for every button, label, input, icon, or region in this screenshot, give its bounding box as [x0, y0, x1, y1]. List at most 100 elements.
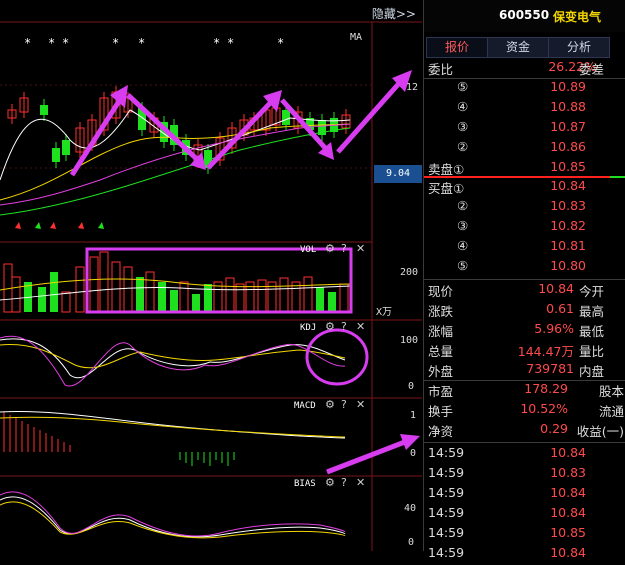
quote-value: 739781	[526, 361, 574, 376]
gear-icon[interactable]: ⚙	[325, 398, 335, 411]
sell-order-row: ③ 10.87	[424, 119, 625, 139]
tab-analysis[interactable]: 分析	[548, 37, 610, 58]
quote-label: 涨幅	[428, 324, 454, 339]
quote-value: 0.61	[546, 301, 574, 316]
bias-scale-mid: 40	[404, 503, 417, 514]
signal-star: *	[227, 36, 235, 50]
tick-row: 14:59 10.84	[424, 485, 625, 505]
quote-label-2: 今开	[578, 284, 604, 299]
buy-order-row: ② 10.83	[424, 198, 625, 218]
quote-row: 现价 10.84 今开	[424, 281, 625, 301]
close-icon[interactable]: ✕	[356, 242, 365, 255]
volume-bar	[11, 276, 21, 313]
volume-bar	[225, 277, 235, 313]
volume-bar	[145, 271, 155, 313]
tick-time: 14:59	[428, 525, 465, 540]
close-icon[interactable]: ✕	[356, 398, 365, 411]
stock-code: 600550	[499, 8, 550, 22]
fundamental-label: 净资	[428, 424, 454, 439]
signal-star: *	[24, 36, 32, 50]
volume-bar	[235, 283, 245, 313]
volume-bar	[192, 294, 200, 312]
volume-bar	[279, 277, 289, 313]
fundamental-row: 净资 0.29 收益(一)	[424, 421, 625, 441]
quote-value: 144.47万	[517, 344, 574, 359]
fundamental-value: 0.29	[540, 421, 568, 436]
volume-bar	[50, 272, 58, 312]
current-price-marker: 9.04	[374, 165, 422, 183]
quote-label: 涨跌	[428, 304, 454, 319]
tick-price: 10.83	[550, 465, 586, 480]
bias-panel-title: BIAS	[294, 479, 316, 489]
stock-name: 保变电气	[553, 10, 602, 24]
tab-funds[interactable]: 资金	[487, 37, 549, 58]
volume-bar	[257, 279, 267, 313]
order-level-label: ③	[457, 119, 469, 134]
order-price: 10.84	[550, 178, 586, 193]
sell-order-row: ② 10.86	[424, 139, 625, 159]
tick-time: 14:59	[428, 505, 465, 520]
sell-order-row: ⑤ 10.89	[424, 79, 625, 99]
tab-quote[interactable]: 报价	[426, 37, 488, 58]
volume-bar	[38, 287, 46, 312]
quote-label-2: 内盘	[578, 364, 604, 379]
order-price: 10.81	[550, 238, 586, 253]
price-axis-label: 12	[406, 82, 419, 93]
weicha-label: 委差	[578, 62, 604, 77]
quote-label: 外盘	[428, 364, 454, 379]
order-level-label: ⑤	[457, 258, 469, 273]
gear-icon[interactable]: ⚙	[325, 242, 335, 255]
quote-row: 涨幅 5.96% 最低	[424, 321, 625, 341]
order-price: 10.85	[550, 159, 586, 174]
signal-star: *	[112, 36, 120, 50]
tick-price: 10.84	[550, 445, 586, 460]
vol-unit-label: X万	[376, 307, 393, 318]
help-icon[interactable]: ?	[341, 476, 347, 489]
sell-order-row: ④ 10.88	[424, 99, 625, 119]
quote-row: 外盘 739781 内盘	[424, 361, 625, 381]
order-level-label: 买盘①	[428, 181, 465, 196]
gear-icon[interactable]: ⚙	[325, 320, 335, 333]
vol-scale-label: 200	[400, 267, 419, 278]
vol-panel-title: VOL	[300, 245, 317, 255]
quote-value: 10.84	[538, 281, 574, 296]
order-price: 10.87	[550, 119, 586, 134]
fundamental-value: 10.52%	[520, 401, 568, 416]
volume-bar	[89, 256, 99, 313]
buy-order-row: 买盘① 10.84	[424, 178, 625, 198]
fundamental-row: 换手 10.52% 流通	[424, 401, 625, 421]
volume-bar	[303, 276, 313, 313]
order-price: 10.82	[550, 218, 586, 233]
chart-canvas	[0, 21, 422, 551]
order-price: 10.89	[550, 79, 586, 94]
order-price: 10.88	[550, 99, 586, 114]
help-icon[interactable]: ?	[341, 398, 347, 411]
tick-price: 10.84	[550, 485, 586, 500]
tick-price: 10.85	[550, 525, 586, 540]
fundamental-value: 178.29	[524, 381, 568, 396]
tick-time: 14:59	[428, 445, 465, 460]
fundamental-label: 市盈	[428, 384, 454, 399]
candlesticks	[7, 86, 351, 174]
gear-icon[interactable]: ⚙	[325, 476, 335, 489]
volume-bar	[75, 266, 85, 313]
fundamental-row: 市盈 178.29 股本	[424, 381, 625, 401]
kdj-scale-top: 100	[400, 335, 419, 346]
volume-bar	[339, 283, 349, 313]
signal-star: *	[48, 36, 56, 50]
fundamental-label-2: 流通	[598, 404, 624, 419]
volume-bar	[99, 251, 109, 313]
tick-row: 14:59 10.84	[424, 445, 625, 465]
chart-area[interactable]: 隐藏>> * * * * * * * * MA 12 9.04 VOL ⚙ ? …	[0, 0, 422, 551]
help-icon[interactable]: ?	[341, 320, 347, 333]
order-level-label: ②	[457, 139, 469, 154]
close-icon[interactable]: ✕	[356, 320, 365, 333]
help-icon[interactable]: ?	[341, 242, 347, 255]
kdj-scale-bottom: 0	[408, 381, 415, 392]
quote-label: 现价	[428, 284, 454, 299]
order-price: 10.86	[550, 139, 586, 154]
close-icon[interactable]: ✕	[356, 476, 365, 489]
volume-highlight-box	[85, 247, 353, 314]
order-price: 10.83	[550, 198, 586, 213]
fundamental-label-2: 股本	[598, 384, 624, 399]
